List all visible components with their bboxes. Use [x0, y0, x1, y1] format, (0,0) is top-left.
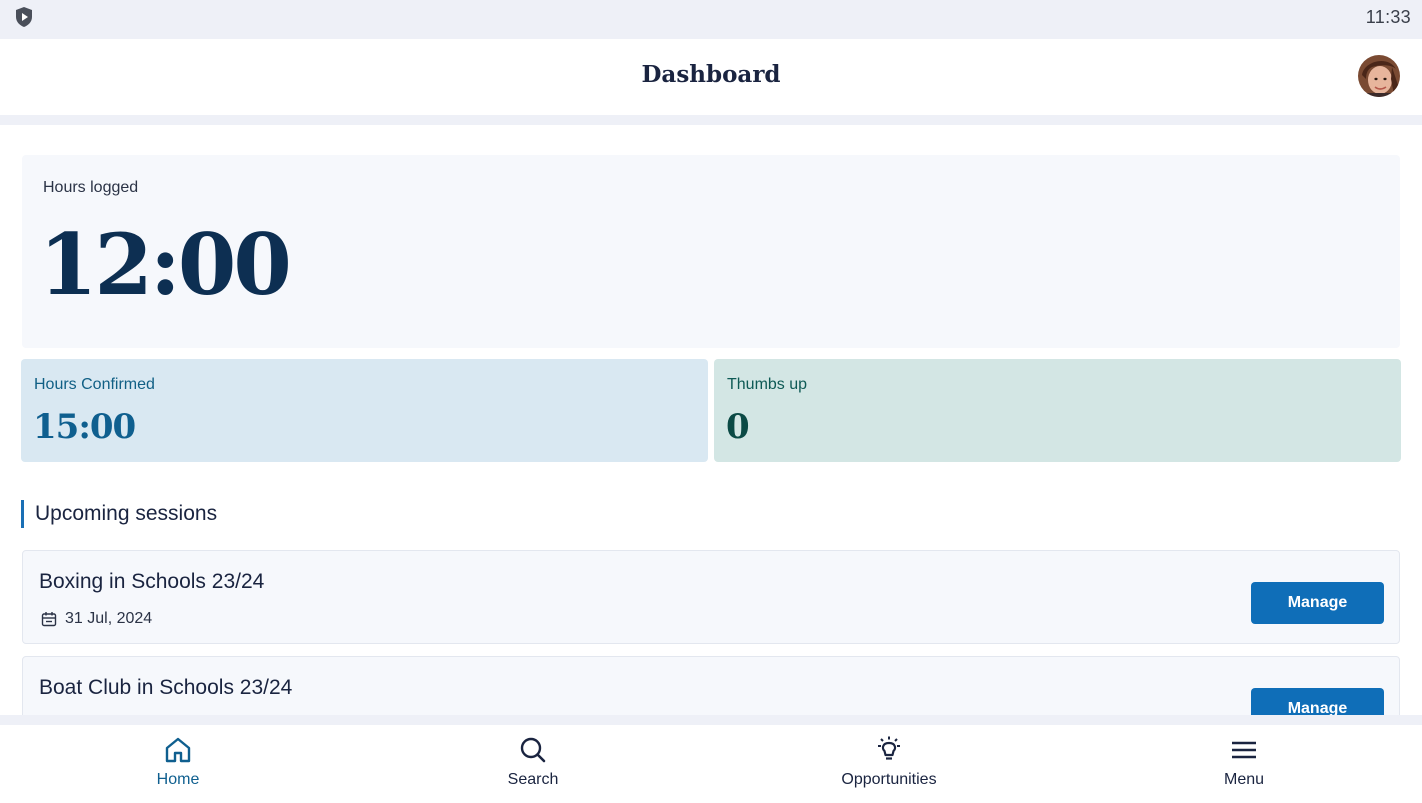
- nav-label-search: Search: [507, 771, 559, 788]
- bottom-nav: Home Search Opportunities Menu: [0, 715, 1422, 800]
- page-title: Dashboard: [641, 61, 781, 88]
- hours-logged-value: 12:00: [39, 215, 292, 314]
- thumbs-up-value: 0: [726, 407, 750, 447]
- shield-play-icon: [16, 7, 32, 27]
- nav-item-search[interactable]: Search: [453, 733, 613, 803]
- calendar-icon: [41, 612, 57, 627]
- hours-logged-card: Hours logged 12:00: [22, 155, 1400, 348]
- nav-label-opportunities: Opportunities: [841, 771, 937, 788]
- session-card[interactable]: Boxing in Schools 23/24 31 Jul, 2024 Man…: [22, 550, 1400, 644]
- upcoming-sessions-heading: Upcoming sessions: [21, 500, 217, 528]
- nav-item-menu[interactable]: Menu: [1164, 733, 1324, 803]
- app-header: Dashboard: [0, 39, 1422, 115]
- search-icon: [520, 737, 546, 763]
- nav-label-menu: Menu: [1223, 771, 1265, 788]
- session-title: Boat Club in Schools 23/24: [39, 676, 293, 699]
- hamburger-menu-icon: [1232, 741, 1256, 759]
- home-icon: [165, 737, 191, 763]
- hours-confirmed-label: Hours Confirmed: [34, 376, 155, 393]
- hours-confirmed-value: 15:00: [33, 407, 136, 447]
- thumbs-up-card: Thumbs up 0: [714, 359, 1401, 462]
- session-title: Boxing in Schools 23/24: [39, 570, 265, 593]
- thumbs-up-label: Thumbs up: [727, 376, 808, 393]
- nav-item-home[interactable]: Home: [98, 733, 258, 803]
- session-date-text: 31 Jul, 2024: [65, 610, 153, 627]
- lightbulb-icon: [878, 736, 900, 760]
- avatar-image: [1358, 55, 1400, 97]
- manage-button[interactable]: Manage: [1251, 582, 1384, 624]
- session-date: 31 Jul, 2024: [41, 609, 152, 629]
- status-bar: 11:33: [0, 0, 1422, 39]
- avatar[interactable]: [1358, 55, 1400, 97]
- status-time: 11:33: [1365, 7, 1411, 27]
- nav-item-opportunities[interactable]: Opportunities: [809, 733, 969, 803]
- header-divider: [0, 115, 1422, 125]
- hours-logged-label: Hours logged: [43, 179, 139, 196]
- nav-label-home: Home: [156, 771, 200, 788]
- hours-confirmed-card: Hours Confirmed 15:00: [21, 359, 708, 462]
